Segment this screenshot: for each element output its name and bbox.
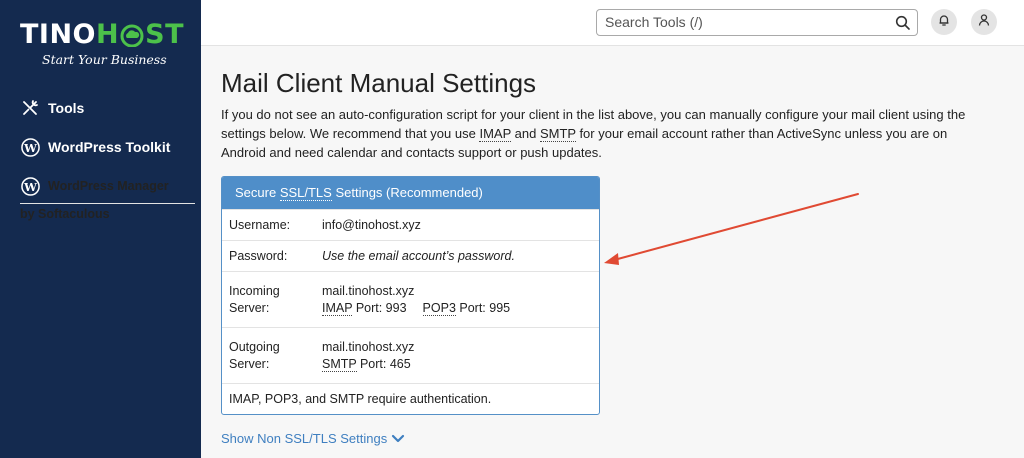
smtp-abbr[interactable]: SMTP <box>539 126 576 142</box>
secure-settings-panel: Secure SSL/TLS Settings (Recommended) Us… <box>221 176 600 415</box>
outgoing-ports: SMTP Port: 465 <box>322 356 599 373</box>
pop3-abbr[interactable]: POP3 <box>422 300 456 316</box>
logo-text-st: ST <box>145 19 184 50</box>
sidebar-nav: Tools W WordPress Toolkit W WordPress Ma… <box>20 98 195 242</box>
incoming-label-line2: Server: <box>229 300 270 315</box>
panel-header: Secure SSL/TLS Settings (Recommended) <box>222 177 599 209</box>
logo-text-tino: TINO <box>20 19 97 50</box>
wordpress-icon: W <box>20 176 40 196</box>
incoming-server-label: Incoming Server: <box>222 283 322 317</box>
outgoing-label-line2: Server: <box>229 356 270 371</box>
username-label: Username: <box>229 218 291 232</box>
search-box[interactable] <box>596 9 918 36</box>
incoming-ports: IMAP Port: 993 POP3 Port: 995 <box>322 300 599 317</box>
outgoing-server-row: Outgoing Server: mail.tinohost.xyz SMTP … <box>222 327 599 383</box>
logo-wordmark: TINO H ST <box>20 20 185 50</box>
sidebar-item-label: WordPress Manager <box>48 179 169 193</box>
sidebar-item-label: Tools <box>48 100 85 116</box>
main-content: Mail Client Manual Settings If you do no… <box>221 66 1001 446</box>
incoming-server-value: mail.tinohost.xyz IMAP Port: 993 POP3 Por… <box>322 283 599 317</box>
outgoing-server-value: mail.tinohost.xyz SMTP Port: 465 <box>322 339 599 373</box>
panel-header-suffix: Settings (Recommended) <box>331 185 483 200</box>
show-non-ssl-label: Show Non SSL/TLS Settings <box>221 431 388 446</box>
sidebar-item-wordpress-manager[interactable]: W WordPress Manager by Softaculous <box>20 176 195 223</box>
search-input[interactable] <box>605 14 885 30</box>
brand-logo[interactable]: TINO H ST Start Your Business <box>20 20 185 68</box>
password-label: Password: <box>229 249 288 263</box>
incoming-host: mail.tinohost.xyz <box>322 283 415 298</box>
imap-port: Port: 993 <box>352 300 407 315</box>
incoming-label-line1: Incoming <box>229 283 280 298</box>
notifications-button[interactable] <box>931 9 957 35</box>
smtp-abbr[interactable]: SMTP <box>322 356 357 372</box>
incoming-server-row: Incoming Server: mail.tinohost.xyz IMAP … <box>222 271 599 327</box>
sidebar: TINO H ST Start Your Business Tools W Wo… <box>0 0 201 458</box>
user-menu-button[interactable] <box>971 9 997 35</box>
pop3-port: Port: 995 <box>455 300 511 315</box>
panel-header-prefix: Secure <box>235 185 280 200</box>
top-bar <box>201 0 1024 46</box>
username-row: Username: info@tinohost.xyz <box>222 209 599 240</box>
logo-tagline: Start Your Business <box>42 52 167 67</box>
ssl-tls-abbr[interactable]: SSL/TLS <box>279 185 332 201</box>
show-non-ssl-link[interactable]: Show Non SSL/TLS Settings <box>221 431 405 446</box>
outgoing-server-label: Outgoing Server: <box>222 339 322 373</box>
outgoing-host: mail.tinohost.xyz <box>322 339 415 354</box>
auth-note-row: IMAP, POP3, and SMTP require authenticat… <box>222 383 599 414</box>
imap-abbr[interactable]: IMAP <box>479 126 512 142</box>
password-row: Password: Use the email account’s passwo… <box>222 240 599 271</box>
svg-text:W: W <box>23 179 37 193</box>
username-value: info@tinohost.xyz <box>322 218 421 232</box>
intro-text: If you do not see an auto-configuration … <box>221 105 991 162</box>
sidebar-item-tools[interactable]: Tools <box>20 98 195 118</box>
search-icon[interactable] <box>895 15 911 31</box>
sidebar-item-wordpress-toolkit[interactable]: W WordPress Toolkit <box>20 137 195 157</box>
bell-icon <box>937 13 951 32</box>
tools-icon <box>20 98 40 118</box>
auth-note: IMAP, POP3, and SMTP require authenticat… <box>229 392 492 406</box>
svg-text:W: W <box>23 140 37 154</box>
outgoing-label-line1: Outgoing <box>229 339 280 354</box>
annotation-arrow <box>604 193 859 265</box>
imap-abbr[interactable]: IMAP <box>322 300 353 316</box>
logo-text-h: H <box>96 19 120 50</box>
intro-and: and <box>511 126 540 141</box>
smtp-port: Port: 465 <box>356 356 411 371</box>
chevron-down-icon <box>391 434 405 444</box>
user-icon <box>977 13 991 32</box>
sidebar-item-label: WordPress Toolkit <box>48 139 171 155</box>
sidebar-item-label-line2: by Softaculous <box>20 203 195 223</box>
password-value: Use the email account’s password. <box>322 249 515 263</box>
page-title: Mail Client Manual Settings <box>221 68 537 98</box>
house-cloud-icon <box>120 23 144 48</box>
wordpress-icon: W <box>20 137 40 157</box>
